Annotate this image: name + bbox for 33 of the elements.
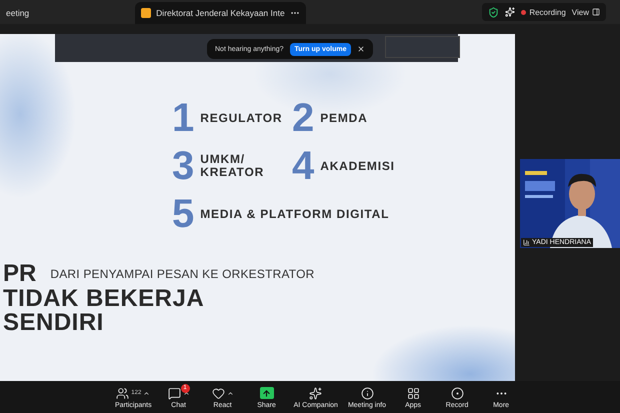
view-button[interactable]: View	[572, 8, 600, 16]
apps-icon	[406, 386, 420, 400]
heart-icon	[212, 386, 225, 400]
window-tab[interactable]: Direktorat Jenderal Kekayaan Inte	[135, 2, 306, 24]
record-icon	[450, 386, 464, 400]
list-label: MEDIA & PLATFORM DIGITAL	[200, 208, 390, 220]
panel-icon	[592, 8, 600, 16]
signal-icon	[523, 239, 530, 246]
participants-icon	[116, 386, 130, 400]
window-tab[interactable]: eeting	[0, 2, 36, 24]
sparkle-icon	[309, 386, 322, 400]
list-number: 5	[172, 193, 194, 235]
list-number: 4	[292, 145, 314, 187]
info-icon	[360, 386, 374, 400]
list-label: REGULATOR	[200, 112, 282, 124]
list-label: UMKM/ KREATOR	[200, 153, 264, 179]
shield-icon[interactable]	[488, 6, 500, 18]
list-label: AKADEMISI	[320, 160, 395, 172]
slide-subtitle: DARI PENYAMPAI PESAN KE ORKESTRATOR	[50, 267, 315, 281]
close-icon[interactable]	[357, 45, 366, 53]
list-number: 1	[172, 97, 194, 139]
caret-icon[interactable]	[143, 390, 150, 396]
list-number: 2	[292, 97, 314, 139]
recording-indicator[interactable]: Recording	[521, 8, 566, 16]
list-number: 3	[172, 145, 194, 187]
chat-icon	[168, 386, 181, 400]
caret-icon[interactable]	[226, 390, 234, 396]
sparkle-icon[interactable]	[505, 7, 516, 17]
slide-title: PR	[3, 261, 36, 287]
share-icon	[260, 387, 274, 399]
slide-headline: TIDAK BEKERJA	[3, 287, 206, 311]
slide-headline: SENDIRI	[3, 311, 105, 335]
list-label: PEMDA	[320, 112, 368, 124]
